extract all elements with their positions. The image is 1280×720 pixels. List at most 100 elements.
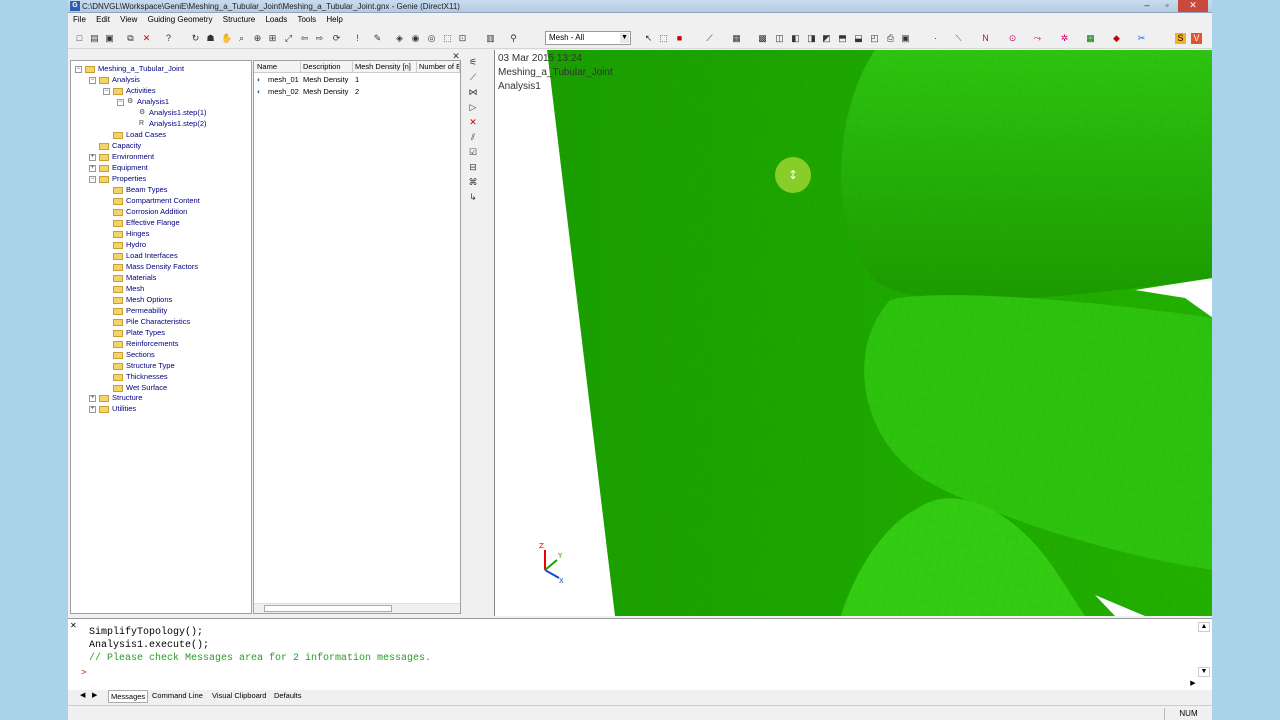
tree-node-property[interactable]: Mesh xyxy=(113,283,144,294)
mesh-view-select[interactable]: Mesh - All ▼ xyxy=(545,31,631,45)
tree-node-property[interactable]: Structure Type xyxy=(113,360,175,371)
face-icon[interactable]: ▷ xyxy=(467,101,479,113)
print-icon[interactable]: ⎙ xyxy=(885,33,896,44)
check-icon[interactable]: ☑ xyxy=(467,146,479,158)
tree-node-property[interactable]: Pile Characteristics xyxy=(113,316,190,327)
view-top-icon[interactable]: ◩ xyxy=(821,33,832,44)
new-icon[interactable]: □ xyxy=(74,33,85,44)
edit-icon[interactable]: ✎ xyxy=(372,33,383,44)
point-icon[interactable]: · xyxy=(930,33,941,44)
tree-node-property[interactable]: Corrosion Addition xyxy=(113,206,187,217)
column-number-of-elements[interactable]: Number of E xyxy=(419,62,460,72)
minimize-icon[interactable]: – xyxy=(1138,0,1156,12)
tree-node-capacity[interactable]: Capacity xyxy=(89,140,141,151)
tree-node-property[interactable]: Permeability xyxy=(113,305,167,316)
mesh-tool-icon[interactable]: ⚟ xyxy=(467,56,479,68)
tree-node-analysis1[interactable]: − ⚙ Analysis1 xyxy=(117,96,169,107)
help-icon[interactable]: ? xyxy=(163,33,174,44)
edge-seed-icon[interactable]: ⟋ xyxy=(467,71,479,83)
tree-node-property[interactable]: Effective Flange xyxy=(113,217,180,228)
stop-icon[interactable]: ■ xyxy=(674,33,685,44)
scroll-down-icon[interactable]: ▼ xyxy=(1198,667,1210,677)
tree-node-properties[interactable]: − Properties xyxy=(89,173,146,184)
tree-node-equipment[interactable]: + Equipment xyxy=(89,162,148,173)
tab-command-line[interactable]: Command Line xyxy=(150,690,205,701)
view-front-icon[interactable]: ◧ xyxy=(790,33,801,44)
next-view-icon[interactable]: ⇨ xyxy=(314,33,325,44)
cube-icon[interactable]: ◈ xyxy=(394,33,405,44)
pointer-icon[interactable]: ↖ xyxy=(643,33,654,44)
command-window[interactable]: ✕ ​ SimplifyTopology(); Analysis1.execut… xyxy=(68,618,1212,690)
split-edge-icon[interactable]: ⫽ xyxy=(467,131,479,143)
open-icon[interactable]: ▤ xyxy=(89,33,100,44)
view-custom-icon[interactable]: ◰ xyxy=(869,33,880,44)
refresh-icon[interactable]: ⟳ xyxy=(331,33,342,44)
tree-node-property[interactable]: Mass Density Factors xyxy=(113,261,198,272)
edge-icon[interactable]: ⋈ xyxy=(467,86,479,98)
curve-icon[interactable]: N xyxy=(980,33,991,44)
view-iso-icon[interactable]: ⬒ xyxy=(837,33,848,44)
tree-node-property[interactable]: Reinforcements xyxy=(113,338,179,349)
zoom-all-icon[interactable]: ⊕ xyxy=(252,33,263,44)
column-name[interactable]: Name xyxy=(257,62,301,72)
tree-node-activities[interactable]: − Activities xyxy=(103,85,156,96)
menu-tools[interactable]: Tools xyxy=(294,14,319,25)
tree-node-property[interactable]: Beam Types xyxy=(113,184,168,195)
column-description[interactable]: Description xyxy=(303,62,353,72)
wireframe-icon[interactable]: ⬚ xyxy=(442,33,453,44)
tree-node-analysis[interactable]: − Analysis xyxy=(89,74,140,85)
snap-icon[interactable]: ◫ xyxy=(774,33,785,44)
tab-visual-clipboard[interactable]: Visual Clipboard xyxy=(210,690,268,701)
close-panel-icon[interactable]: ✕ xyxy=(451,51,461,61)
remove-icon[interactable]: ✕ xyxy=(467,116,479,128)
close-cmd-icon[interactable]: ✕ xyxy=(70,621,77,630)
zoom-selection-icon[interactable]: ⤢ xyxy=(283,33,294,44)
tree-node-step1[interactable]: ⚙ Analysis1.step(1) xyxy=(139,107,207,118)
copy-icon[interactable]: ⧉ xyxy=(125,33,136,44)
menu-help[interactable]: Help xyxy=(323,14,345,25)
rule-icon[interactable]: ↳ xyxy=(467,191,479,203)
properties-icon[interactable]: ▦ xyxy=(731,33,742,44)
tree-node-property[interactable]: Thicknesses xyxy=(113,371,168,382)
spline-icon[interactable]: ⤳ xyxy=(1032,33,1043,44)
scrollbar-thumb[interactable] xyxy=(264,605,392,612)
list-item[interactable]: ◐ mesh_02 Mesh Density 2 xyxy=(254,86,460,97)
list-item[interactable]: ◐ mesh_01 Mesh Density 1 xyxy=(254,74,460,85)
tree-node-load-cases[interactable]: Load Cases xyxy=(113,129,166,140)
tree-node-step2[interactable]: R Analysis1.step(2) xyxy=(139,118,207,129)
tree-node-property[interactable]: Load Interfaces xyxy=(113,250,178,261)
split-icon[interactable]: ✂ xyxy=(1136,33,1147,44)
render-icon[interactable]: ◉ xyxy=(410,33,421,44)
column-mesh-density[interactable]: Mesh Density [n] xyxy=(355,62,417,72)
menu-view[interactable]: View xyxy=(117,14,140,25)
color-icon[interactable]: ◆ xyxy=(1111,33,1122,44)
close-icon[interactable]: ✕ xyxy=(1178,0,1208,12)
line-icon[interactable]: ⟍ xyxy=(953,33,964,44)
table-icon[interactable]: ▦ xyxy=(1085,33,1096,44)
menu-guiding-geometry[interactable]: Guiding Geometry xyxy=(145,14,216,25)
tab-nav-prev-icon[interactable]: ◀ xyxy=(80,690,85,701)
tab-defaults[interactable]: Defaults xyxy=(272,690,304,701)
camera-icon[interactable]: ▣ xyxy=(900,33,911,44)
tree-node-property[interactable]: Sections xyxy=(113,349,155,360)
menu-edit[interactable]: Edit xyxy=(93,14,113,25)
select-window-icon[interactable]: ⬚ xyxy=(658,33,669,44)
tree-node-root[interactable]: − Meshing_a_Tubular_Joint xyxy=(75,63,184,74)
save-icon[interactable]: ▣ xyxy=(104,33,115,44)
rotate-icon[interactable]: ↻ xyxy=(190,33,201,44)
s-icon[interactable]: S xyxy=(1175,33,1186,44)
tree-node-property[interactable]: Hinges xyxy=(113,228,149,239)
delete-icon[interactable]: ✕ xyxy=(141,33,152,44)
grid-icon[interactable]: ▩ xyxy=(757,33,768,44)
v-icon[interactable]: V xyxy=(1191,33,1202,44)
sweep-icon[interactable]: ✲ xyxy=(1059,33,1070,44)
graphics-viewport[interactable]: ↕ Z Y X 03 Mar 2015 13:24 Meshing_a_Tubu… xyxy=(494,50,1212,616)
horizontal-scrollbar[interactable] xyxy=(254,603,460,613)
tree-node-structure[interactable]: + Structure xyxy=(89,392,142,403)
menu-file[interactable]: File xyxy=(70,14,89,25)
menu-loads[interactable]: Loads xyxy=(262,14,290,25)
scroll-right-icon[interactable]: ▶ xyxy=(1188,679,1198,689)
filter-icon[interactable]: ▥ xyxy=(485,33,496,44)
view-bottom-icon[interactable]: ⬓ xyxy=(853,33,864,44)
view-side-icon[interactable]: ◨ xyxy=(806,33,817,44)
